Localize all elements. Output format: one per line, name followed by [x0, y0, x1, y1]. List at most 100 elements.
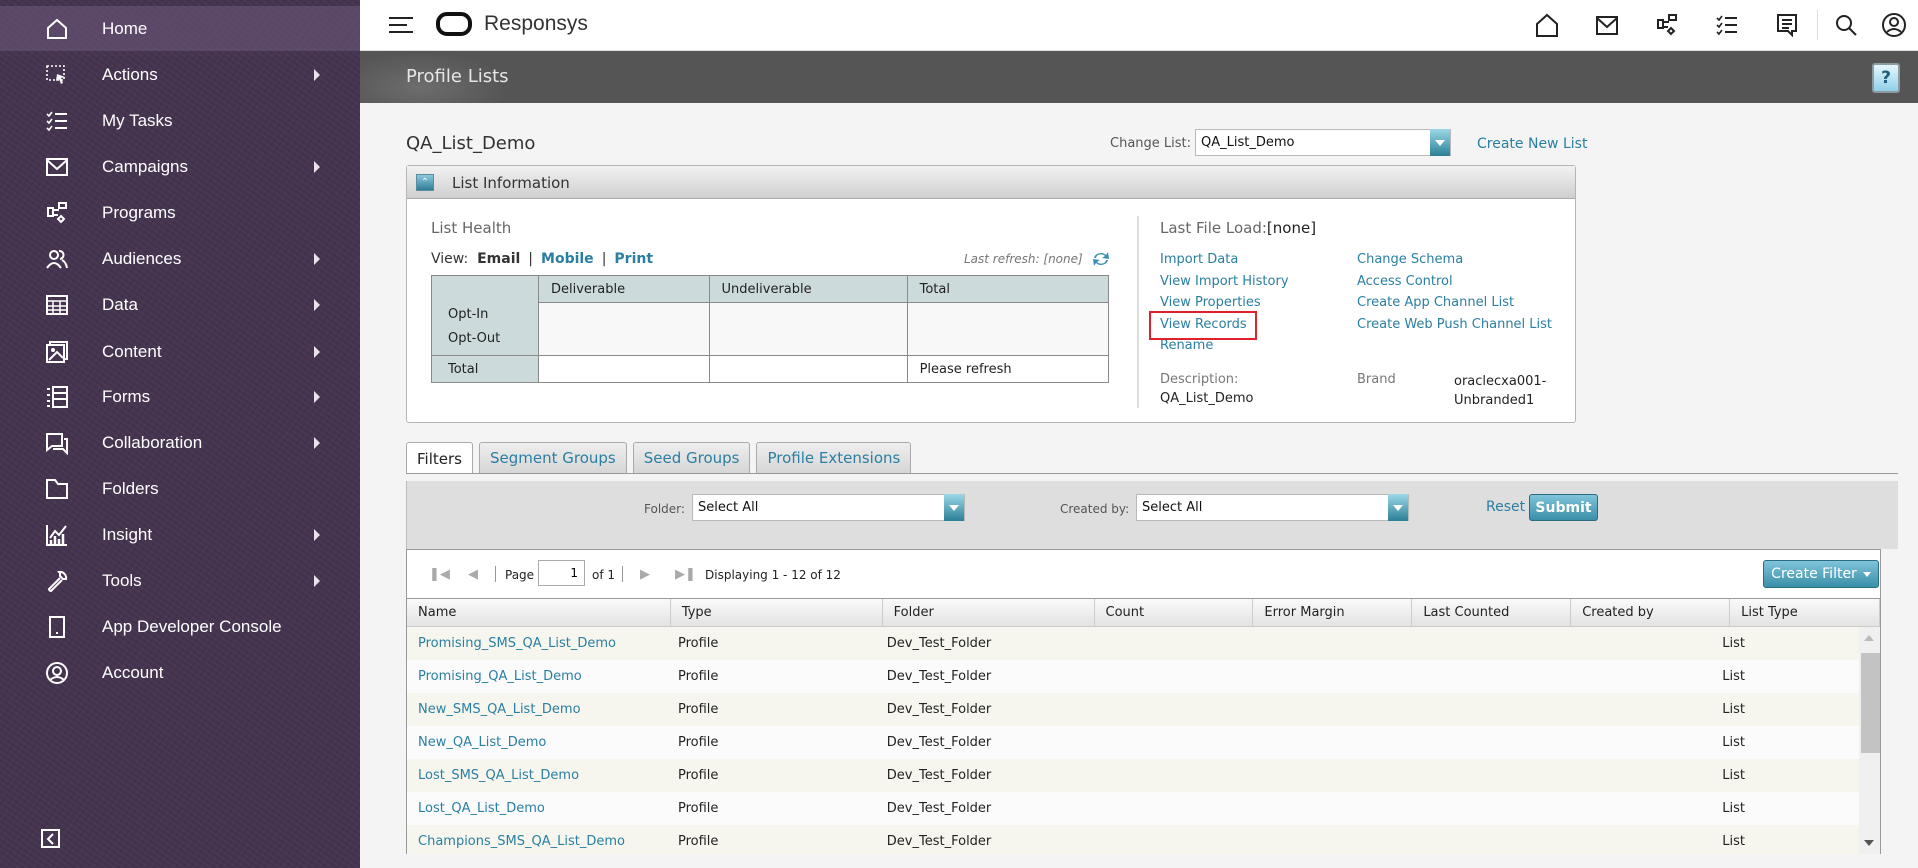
column-header-created-by[interactable]: Created by	[1571, 599, 1731, 626]
list-name-link[interactable]: New_QA_List_Demo	[407, 726, 667, 759]
change-schema-link[interactable]: Change Schema	[1357, 249, 1552, 271]
view-mobile-link[interactable]: Mobile	[541, 251, 594, 267]
scroll-up-icon[interactable]	[1864, 635, 1874, 641]
header-campaigns-button[interactable]	[1593, 11, 1621, 39]
header-search-button[interactable]	[1832, 11, 1860, 39]
sidebar-item-campaigns[interactable]: Campaigns	[0, 144, 360, 189]
table-row[interactable]: Lost_SMS_QA_List_Demo Profile Dev_Test_Fol…	[407, 759, 1859, 792]
tab-profile-extensions[interactable]: Profile Extensions	[756, 442, 912, 473]
column-header-folder[interactable]: Folder	[883, 599, 1095, 626]
tab-seed-groups[interactable]: Seed Groups	[632, 442, 751, 473]
column-header-count[interactable]: Count	[1095, 599, 1254, 626]
column-header-list-type[interactable]: List Type	[1730, 599, 1880, 626]
displaying-count: Displaying 1 - 12 of 12	[705, 568, 841, 582]
scroll-thumb[interactable]	[1861, 653, 1880, 753]
help-button[interactable]: ?	[1872, 63, 1900, 93]
sidebar-item-content[interactable]: Content	[0, 329, 360, 374]
sidebar-item-home[interactable]: Home	[0, 6, 360, 51]
grid-header: Name Type Folder Count Error Margin Last…	[407, 599, 1880, 627]
tab-segment-groups[interactable]: Segment Groups	[478, 442, 627, 473]
header-profile-button[interactable]	[1880, 11, 1908, 39]
import-data-link[interactable]: Import Data	[1160, 249, 1289, 271]
header-programs-button[interactable]	[1653, 11, 1681, 39]
cell-created-by	[1555, 792, 1712, 825]
cell-created-by	[1555, 693, 1712, 726]
list-name-link[interactable]: Promising_SMS_QA_List_Demo	[407, 627, 667, 660]
grid-scrollbar[interactable]	[1859, 627, 1880, 854]
last-page-icon[interactable]: ▶❚	[675, 567, 696, 582]
brand-value: oraclecxa001- Unbranded1	[1454, 372, 1546, 410]
view-email[interactable]: Email	[477, 251, 520, 267]
change-list-select[interactable]: QA_List_Demo	[1195, 129, 1451, 156]
hamburger-line	[389, 24, 407, 26]
view-print-link[interactable]: Print	[614, 251, 653, 267]
column-header-last-counted[interactable]: Last Counted	[1412, 599, 1572, 626]
sidebar-item-tools[interactable]: Tools	[0, 558, 360, 603]
tab-filters[interactable]: Filters	[406, 442, 473, 474]
created-by-filter-label: Created by:	[1060, 502, 1130, 516]
sidebar-item-forms[interactable]: Forms	[0, 374, 360, 419]
scroll-down-icon[interactable]	[1864, 840, 1874, 846]
dropdown-arrow-icon[interactable]	[1430, 129, 1450, 156]
filters-grid: ❚◀ ◀ Page of 1 ▶ ▶❚ Displaying 1 - 12 of…	[406, 549, 1881, 854]
menu-toggle-button[interactable]	[389, 15, 413, 35]
folder-filter-select[interactable]: Select All	[692, 494, 965, 521]
create-app-channel-list-link[interactable]: Create App Channel List	[1357, 292, 1552, 314]
create-filter-button[interactable]: Create Filter	[1763, 560, 1879, 588]
sidebar-item-data[interactable]: Data	[0, 282, 360, 327]
reset-link[interactable]: Reset	[1486, 499, 1525, 515]
cell-type: Profile	[677, 834, 719, 849]
submenu-arrow-icon	[314, 345, 320, 358]
header-tasks-button[interactable]	[1713, 11, 1741, 39]
table-row[interactable]: Promising_QA_List_Demo Profile Dev_Test_Fo…	[407, 660, 1859, 693]
sidebar-item-insight[interactable]: Insight	[0, 512, 360, 557]
first-page-icon[interactable]: ❚◀	[429, 567, 450, 582]
column-header-type[interactable]: Type	[671, 599, 883, 626]
create-web-push-channel-list-link[interactable]: Create Web Push Channel List	[1357, 314, 1552, 336]
list-name-link[interactable]: New_SMS_QA_List_Demo	[407, 693, 667, 726]
oracle-logo[interactable]	[436, 12, 472, 36]
create-new-list-link[interactable]: Create New List	[1477, 136, 1587, 152]
list-name-link[interactable]: Lost_SMS_QA_List_Demo	[407, 759, 667, 792]
table-row[interactable]: Lost_QA_List_Demo Profile Dev_Test_Folder L…	[407, 792, 1859, 825]
table-row[interactable]: Promising_SMS_QA_List_Demo Profile Dev_Tes…	[407, 627, 1859, 660]
column-header-error-margin[interactable]: Error Margin	[1253, 599, 1413, 626]
next-page-icon[interactable]: ▶	[640, 567, 650, 582]
collapse-panel-icon[interactable]: ⌃	[416, 174, 434, 191]
sidebar-item-programs[interactable]: Programs	[0, 190, 360, 235]
sidebar-item-app-developer-console[interactable]: App Developer Console	[0, 604, 360, 649]
refresh-button[interactable]	[1091, 249, 1111, 269]
submit-button[interactable]: Submit	[1529, 494, 1598, 521]
header-home-button[interactable]	[1533, 11, 1561, 39]
view-import-history-link[interactable]: View Import History	[1160, 271, 1289, 293]
refresh-icon	[1093, 252, 1109, 266]
sidebar-item-audiences[interactable]: Audiences	[0, 236, 360, 281]
sidebar-item-collaboration[interactable]: Collaboration	[0, 420, 360, 465]
list-name-link[interactable]: Promising_QA_List_Demo	[407, 660, 667, 693]
chat-icon	[45, 431, 69, 455]
collapse-sidebar-button[interactable]	[41, 829, 60, 848]
view-selector: View: Email | Mobile | Print	[431, 251, 653, 267]
dropdown-arrow-icon[interactable]	[944, 494, 964, 521]
table-row[interactable]: Champions_SMS_QA_List_Demo Profile Dev_Tes…	[407, 825, 1859, 854]
sidebar-item-my-tasks[interactable]: My Tasks	[0, 98, 360, 143]
list-name-link[interactable]: Champions_SMS_QA_List_Demo	[407, 825, 667, 854]
list-name-link[interactable]: Lost_QA_List_Demo	[407, 792, 667, 825]
dropdown-arrow-icon[interactable]	[1388, 494, 1408, 521]
cell-last-counted	[1398, 693, 1555, 726]
table-row[interactable]: New_SMS_QA_List_Demo Profile Dev_Test_Fold…	[407, 693, 1859, 726]
table-row[interactable]: New_QA_List_Demo Profile Dev_Test_Folder Li…	[407, 726, 1859, 759]
page-title-bar: Profile Lists ?	[360, 51, 1918, 103]
deliverable-header: Deliverable	[538, 274, 710, 304]
column-header-name[interactable]: Name	[407, 599, 671, 626]
sidebar-item-folders[interactable]: Folders	[0, 466, 360, 511]
prev-page-icon[interactable]: ◀	[468, 567, 478, 582]
created-by-filter-select[interactable]: Select All	[1136, 494, 1409, 521]
sidebar-item-actions[interactable]: Actions	[0, 52, 360, 97]
access-control-link[interactable]: Access Control	[1357, 271, 1552, 293]
sidebar-item-account[interactable]: Account	[0, 650, 360, 695]
cell-error-margin	[1241, 627, 1398, 660]
page-number-input[interactable]	[538, 560, 585, 586]
header-notes-button[interactable]	[1773, 11, 1801, 39]
list-actions-right: Change Schema Access Control Create App …	[1357, 249, 1552, 335]
